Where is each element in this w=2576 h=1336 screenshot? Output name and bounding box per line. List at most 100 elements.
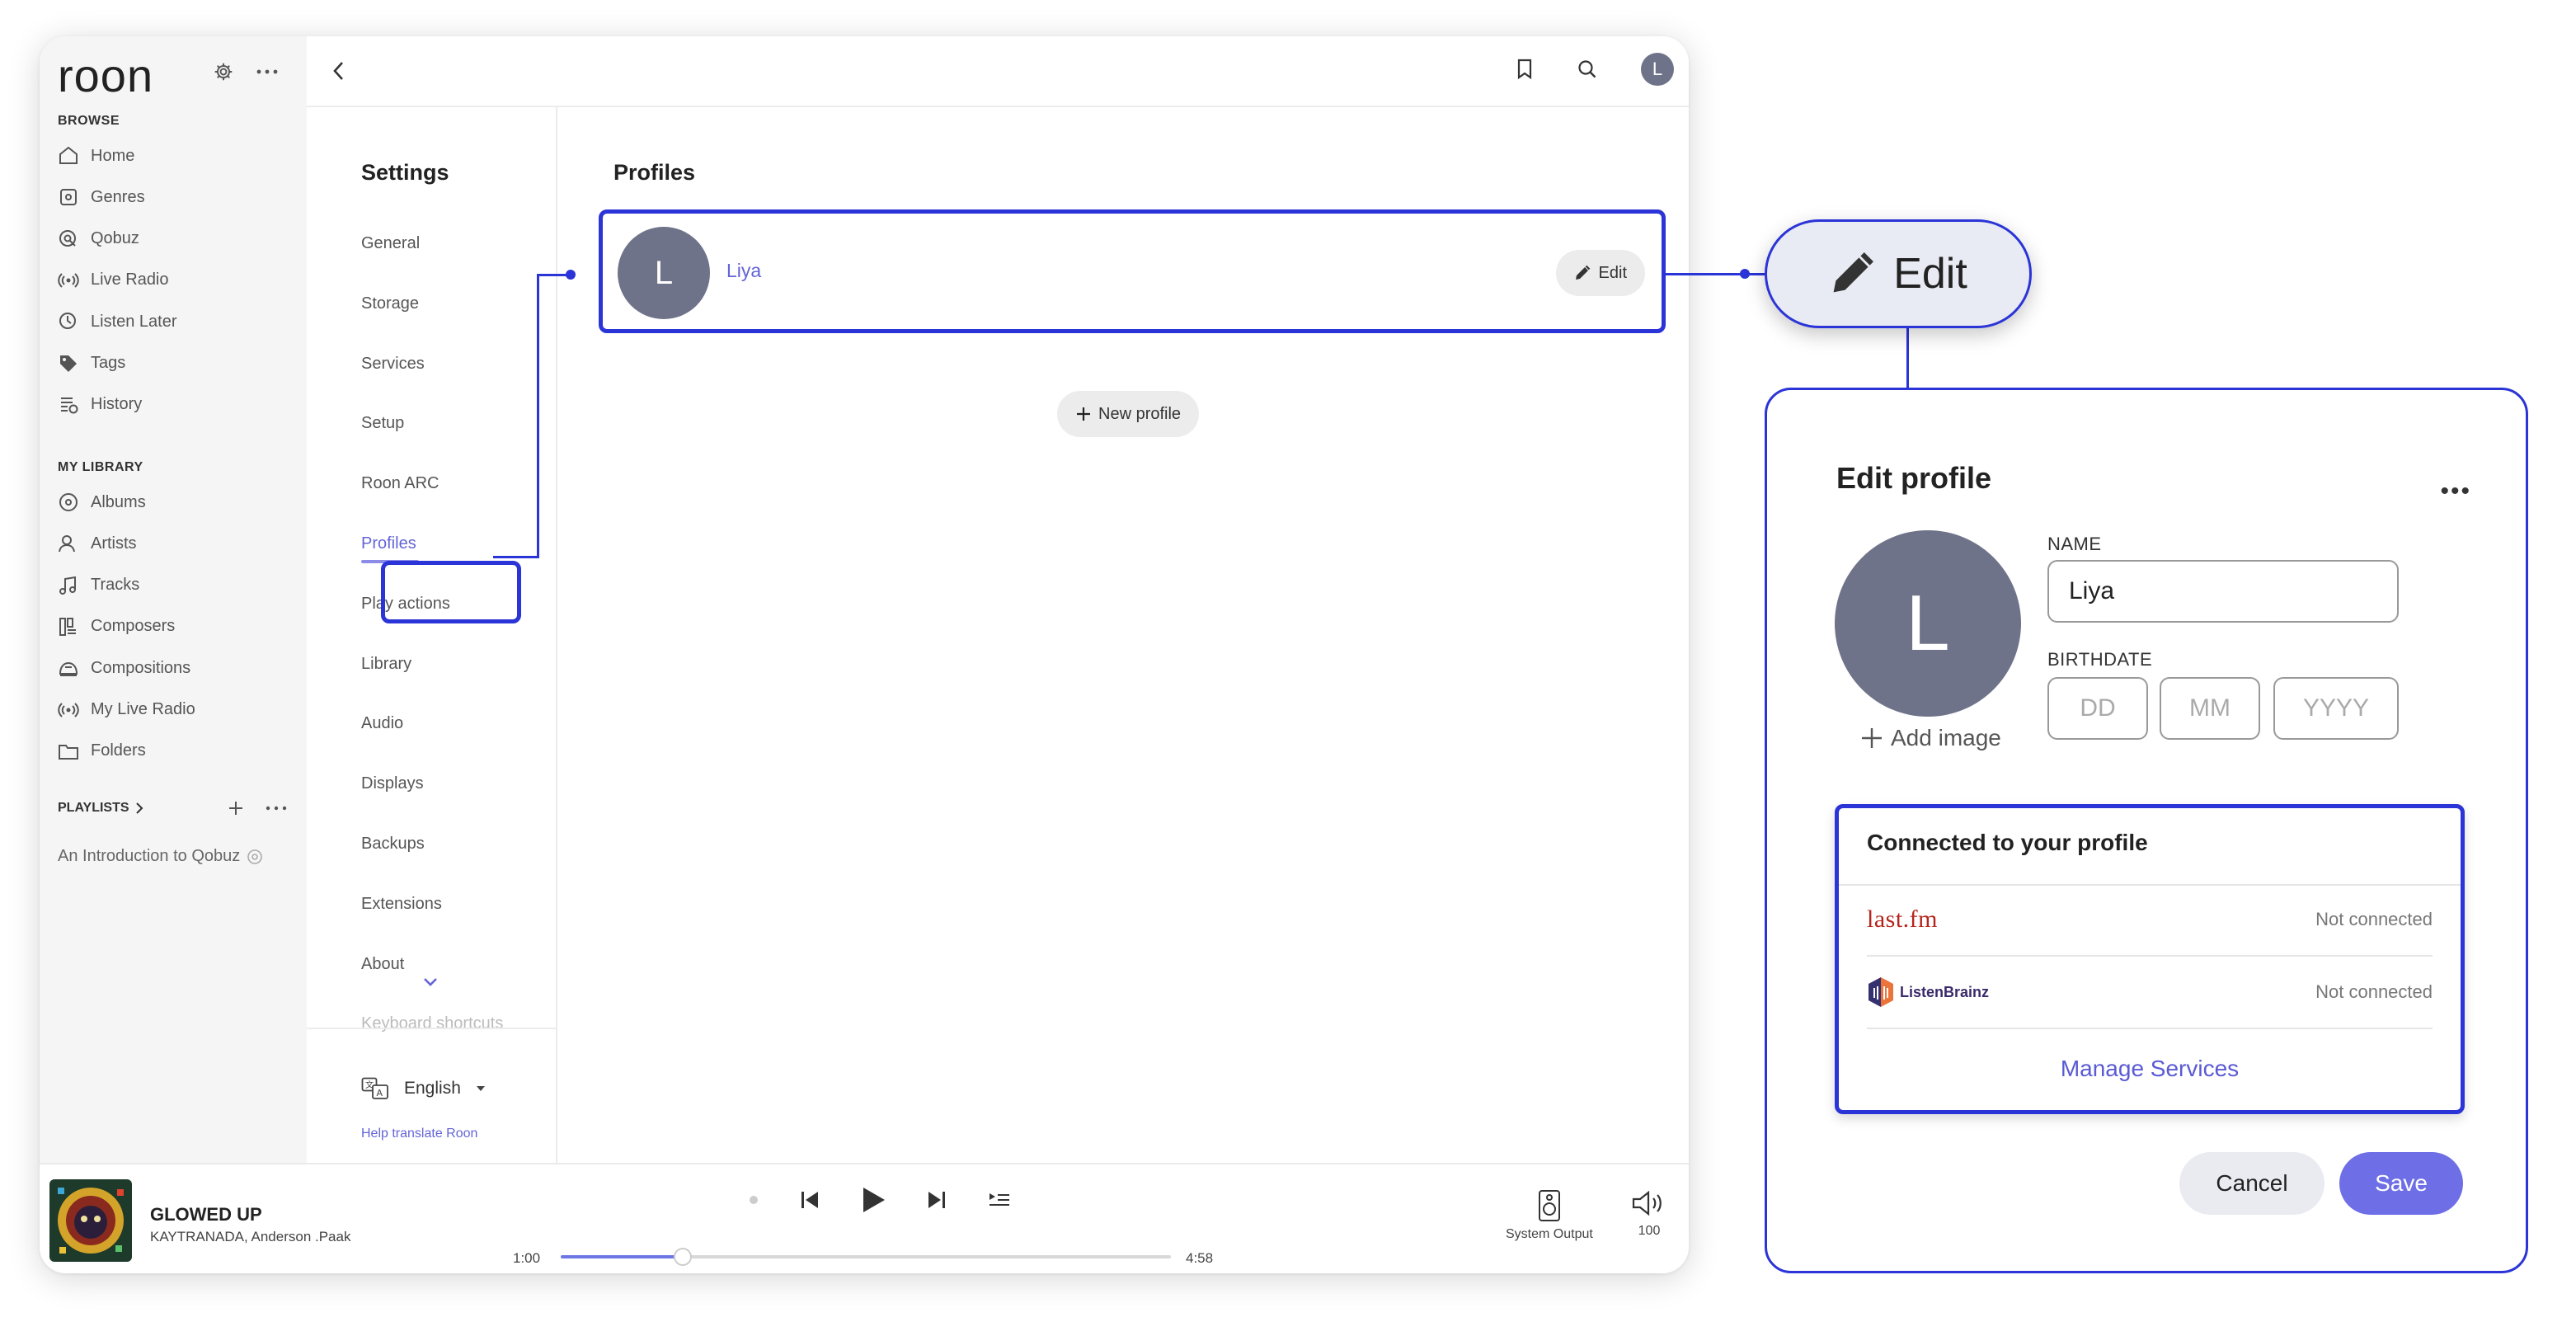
settings-item-storage[interactable]: Storage <box>361 294 419 313</box>
settings-item-displays[interactable]: Displays <box>361 774 424 793</box>
bookmark-icon[interactable] <box>1516 59 1534 80</box>
new-profile-button[interactable]: New profile <box>1057 391 1200 437</box>
edit-zoom-label: Edit <box>1893 250 1967 298</box>
track-title[interactable]: GLOWED UP <box>150 1204 262 1225</box>
profile-row[interactable]: L Liya Edit <box>599 209 1666 333</box>
sidebar-item-label: Artists <box>91 534 137 553</box>
sidebar-item-genres[interactable]: Genres <box>58 185 145 209</box>
svg-text:A: A <box>377 1088 383 1098</box>
progress-knob[interactable] <box>674 1248 692 1266</box>
sidebar-item-albums[interactable]: Albums <box>58 490 146 515</box>
settings-item-backups[interactable]: Backups <box>361 835 425 854</box>
settings-item-services[interactable]: Services <box>361 355 425 374</box>
sidebar-item-label: History <box>91 395 143 414</box>
volume-value: 100 <box>1638 1224 1661 1238</box>
playlists-header[interactable]: PLAYLISTS <box>58 801 129 816</box>
playlist-item-label: An Introduction to Qobuz <box>58 847 241 865</box>
volume-control[interactable]: 100 <box>1631 1189 1667 1239</box>
search-icon[interactable] <box>1577 59 1598 80</box>
service-row-lastfm[interactable]: last.fm Not connected <box>1867 906 2433 934</box>
service-row-listenbrainz[interactable]: ListenBrainz Not connected <box>1867 976 2433 1008</box>
settings-item-profiles[interactable]: Profiles <box>361 534 419 563</box>
add-image-button[interactable]: Add image <box>1859 725 2001 751</box>
save-button[interactable]: Save <box>2339 1152 2463 1215</box>
scroll-down-chevron-icon[interactable] <box>422 976 439 988</box>
edit-button-zoom[interactable]: Edit <box>1765 219 2032 328</box>
sidebar-item-artists[interactable]: Artists <box>58 531 137 556</box>
svg-text:文: 文 <box>365 1080 374 1090</box>
manage-services-link[interactable]: Manage Services <box>1839 1056 2461 1082</box>
name-label: NAME <box>2047 534 2102 554</box>
add-playlist-icon[interactable] <box>228 800 244 816</box>
sidebar-item-compositions[interactable]: Compositions <box>58 656 190 680</box>
settings-item-library[interactable]: Library <box>361 655 411 674</box>
sidebar-item-label: Albums <box>91 492 146 511</box>
radio-icon <box>58 699 79 721</box>
sidebar-item-label: Composers <box>91 617 176 636</box>
sidebar-item-qobuz[interactable]: Qobuz <box>58 227 139 252</box>
profile-name[interactable]: Liya <box>726 260 761 282</box>
connector-dot <box>566 270 576 280</box>
sidebar-item-tags[interactable]: Tags <box>58 351 125 376</box>
birth-month-input[interactable]: MM <box>2160 677 2260 740</box>
sidebar-item-folders[interactable]: Folders <box>58 739 146 764</box>
qobuz-icon <box>58 228 79 250</box>
track-artist[interactable]: KAYTRANADA, Anderson .Paak <box>150 1229 350 1245</box>
sidebar-item-composers[interactable]: Composers <box>58 614 175 639</box>
roon-logo: roon <box>58 49 154 101</box>
new-profile-label: New profile <box>1098 404 1182 423</box>
previous-track-icon[interactable] <box>800 1189 820 1211</box>
user-avatar[interactable]: L <box>1641 53 1674 86</box>
sidebar-item-tracks[interactable]: Tracks <box>58 573 139 598</box>
library-header: MY LIBRARY <box>58 460 143 474</box>
plus-icon <box>1075 406 1092 422</box>
gear-icon[interactable] <box>213 61 234 82</box>
help-translate-link[interactable]: Help translate Roon <box>361 1127 477 1141</box>
profile-avatar-large[interactable]: L <box>1835 530 2021 717</box>
more-options-icon[interactable]: ••• <box>2440 477 2471 506</box>
sidebar-item-listen-later[interactable]: Listen Later <box>58 309 177 334</box>
birth-day-input[interactable]: DD <box>2047 677 2148 740</box>
sidebar-item-home[interactable]: Home <box>58 143 134 168</box>
settings-item-setup[interactable]: Setup <box>361 414 404 433</box>
sidebar-item-my-live-radio[interactable]: My Live Radio <box>58 698 195 722</box>
sidebar-item-label: My Live Radio <box>91 700 195 718</box>
next-track-icon[interactable] <box>927 1189 947 1211</box>
sidebar-item-label: Qobuz <box>91 229 139 248</box>
playlists-row: PLAYLISTS <box>58 800 297 816</box>
back-arrow-icon[interactable] <box>330 58 348 84</box>
music-note-icon <box>58 575 79 596</box>
transport-controls <box>749 1186 1011 1214</box>
listenbrainz-name: ListenBrainz <box>1900 983 1990 1000</box>
language-label: English <box>404 1079 461 1098</box>
output-selector[interactable]: System Output <box>1506 1189 1593 1242</box>
settings-item-audio[interactable]: Audio <box>361 714 403 733</box>
settings-item-keyboard-shortcuts[interactable]: Keyboard shortcuts <box>361 1014 503 1033</box>
language-selector[interactable]: 文A English <box>361 1077 486 1100</box>
settings-item-roon-arc[interactable]: Roon ARC <box>361 474 440 493</box>
playlists-more-icon[interactable] <box>266 805 287 811</box>
service-status: Not connected <box>2315 909 2433 929</box>
cancel-button[interactable]: Cancel <box>2179 1152 2325 1215</box>
edit-profile-button[interactable]: Edit <box>1555 250 1645 296</box>
name-input[interactable]: Liya <box>2047 560 2399 623</box>
sidebar-item-live-radio[interactable]: Live Radio <box>58 268 169 293</box>
settings-item-about[interactable]: About <box>361 955 404 974</box>
plus-icon <box>1859 726 1884 750</box>
settings-item-general[interactable]: General <box>361 234 420 253</box>
home-icon <box>58 145 79 167</box>
play-icon[interactable] <box>861 1186 886 1214</box>
pencil-icon <box>1829 251 1875 297</box>
settings-item-extensions[interactable]: Extensions <box>361 895 442 914</box>
sidebar-item-history[interactable]: History <box>58 393 142 417</box>
queue-icon[interactable] <box>988 1191 1011 1209</box>
more-icon[interactable] <box>256 68 279 76</box>
playlist-item[interactable]: An Introduction to Qobuz <box>58 847 263 866</box>
album-art[interactable] <box>49 1179 132 1262</box>
birth-year-input[interactable]: YYYY <box>2273 677 2399 740</box>
pencil-icon <box>1574 265 1591 281</box>
progress-bar[interactable] <box>561 1248 1171 1266</box>
chevron-right-icon[interactable] <box>134 802 144 815</box>
radio-dot-icon[interactable] <box>749 1195 759 1205</box>
panel-title: Edit profile <box>1836 461 1991 495</box>
